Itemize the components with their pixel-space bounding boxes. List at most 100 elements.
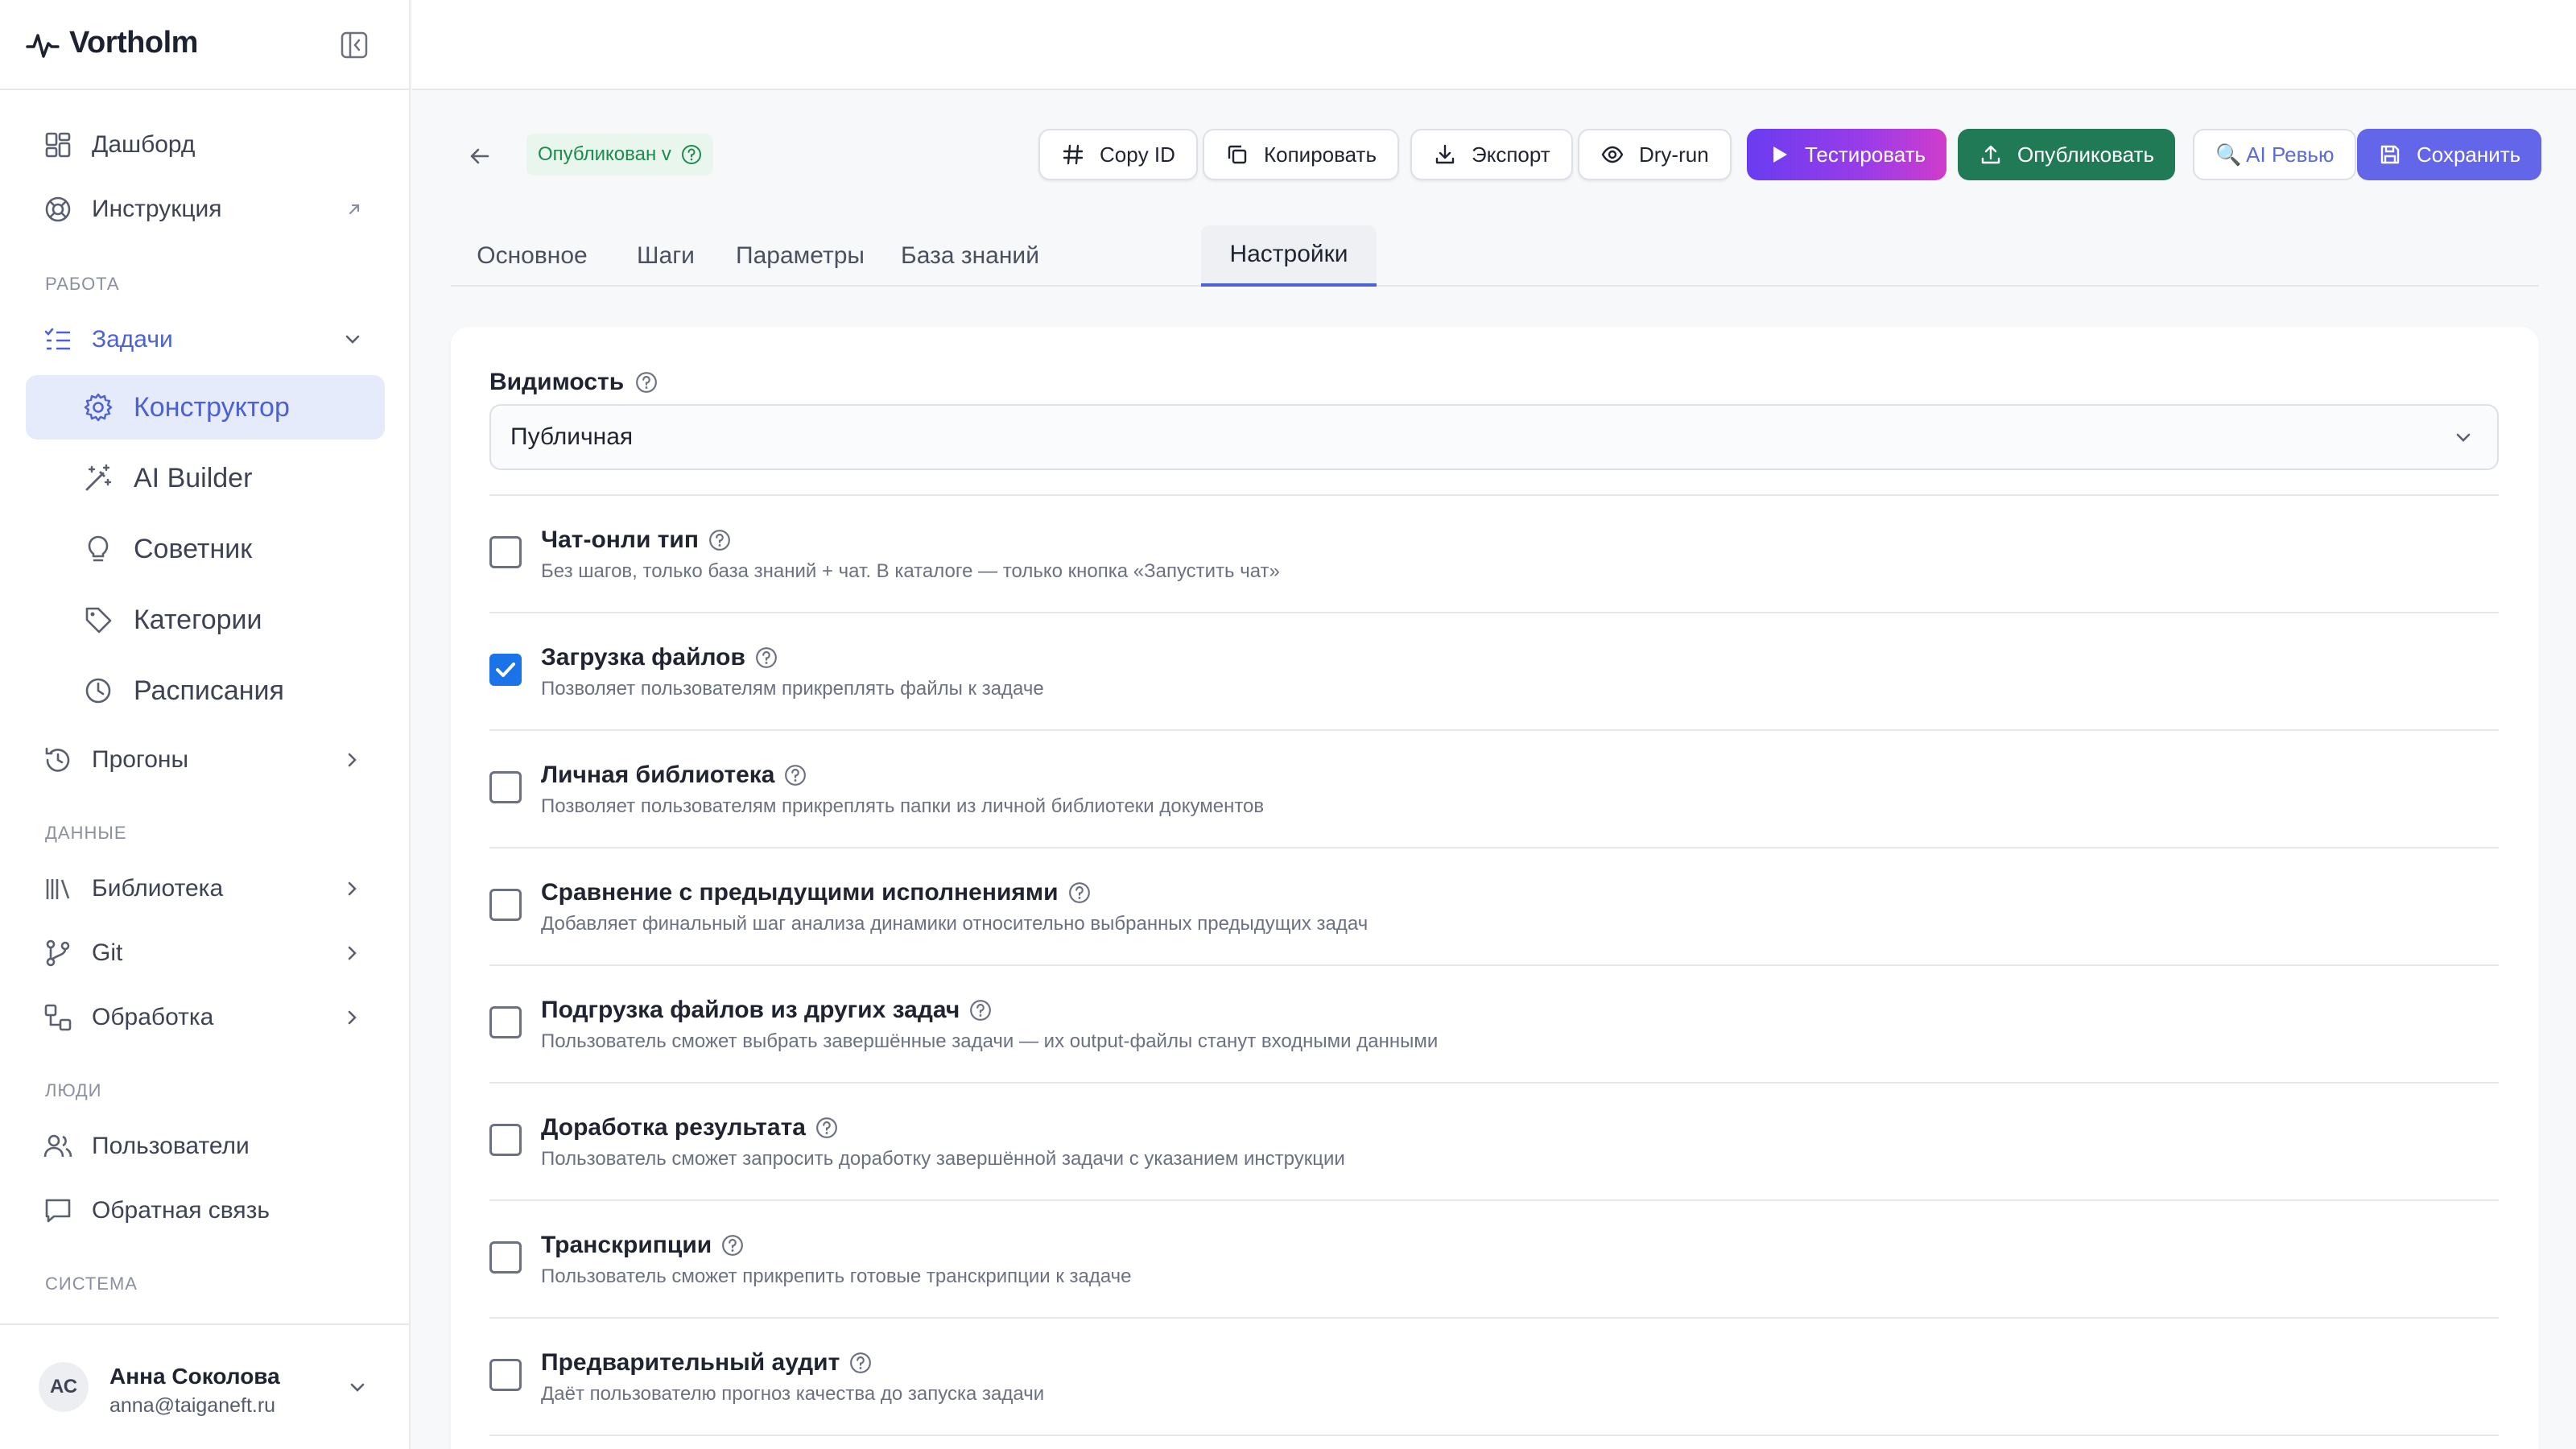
setting-option: Доработка результата Пользователь сможет …	[489, 1082, 2499, 1199]
upload-icon	[1981, 145, 2000, 164]
setting-title-text: Сравнение с предыдущими исполнениями	[541, 879, 1059, 906]
sidebar-item-processing[interactable]: Обработка	[26, 992, 385, 1043]
sidebar-item-schedules[interactable]: Расписания	[26, 658, 385, 723]
sidebar-item-constructor[interactable]: Конструктор	[26, 375, 385, 440]
help-icon[interactable]	[1068, 881, 1091, 904]
setting-checkbox[interactable]	[489, 1006, 522, 1038]
setting-checkbox[interactable]	[489, 536, 522, 568]
setting-option: Подгрузка файлов из других задач Пользова…	[489, 964, 2499, 1082]
sidebar: Vortholm Дашборд Инструкция РАБОТА Задач…	[0, 0, 411, 1449]
sidebar-item-tasks[interactable]: Задачи	[26, 314, 385, 365]
setting-option: Личная библиотека Позволяет пользователям…	[489, 729, 2499, 847]
sidebar-item-label: Пользователи	[92, 1133, 250, 1159]
setting-checkbox[interactable]	[489, 771, 522, 803]
chevron-down-icon	[2456, 433, 2471, 442]
ai-review-button[interactable]: 🔍 AI Ревью	[2193, 129, 2357, 180]
tab-settings[interactable]: Настройки	[1201, 225, 1377, 287]
help-icon[interactable]	[784, 764, 807, 786]
dry-run-button[interactable]: Dry-run	[1578, 129, 1732, 180]
tab-basic[interactable]: Основное	[451, 225, 613, 287]
help-icon[interactable]	[708, 529, 731, 551]
help-icon[interactable]	[755, 646, 778, 669]
app-logo-text: Vortholm	[69, 26, 198, 60]
setting-title-text: Подгрузка файлов из других задач	[541, 997, 960, 1023]
save-button[interactable]: Сохранить	[2357, 129, 2542, 180]
tab-parameters[interactable]: Параметры	[718, 225, 882, 287]
sidebar-item-feedback[interactable]: Обратная связь	[26, 1185, 385, 1236]
workflow-icon	[44, 1004, 72, 1031]
publish-label: Опубликовать	[2017, 142, 2155, 167]
copy-button[interactable]: Копировать	[1203, 129, 1399, 180]
pulse-logo-icon	[26, 34, 60, 58]
avatar: АС	[39, 1362, 89, 1412]
visibility-select[interactable]: Публичная	[489, 404, 2499, 470]
status-badge[interactable]: Опубликован v	[526, 134, 713, 175]
lightbulb-icon	[88, 535, 109, 562]
help-icon[interactable]	[815, 1117, 838, 1139]
help-icon[interactable]	[969, 999, 992, 1022]
chevron-right-icon	[348, 1010, 357, 1025]
help-icon[interactable]	[721, 1234, 744, 1257]
help-icon[interactable]	[635, 371, 658, 394]
setting-option: Транскрипции Пользователь сможет прикрепи…	[489, 1199, 2499, 1317]
clock-icon	[85, 678, 111, 704]
sidebar-collapse-icon[interactable]	[340, 31, 369, 60]
chat-icon	[45, 1199, 71, 1223]
sidebar-header: Vortholm	[0, 0, 411, 90]
test-label: Тестировать	[1805, 142, 1926, 167]
sidebar-item-label: Расписания	[134, 675, 284, 706]
ai-review-label: 🔍 AI Ревью	[2215, 142, 2334, 167]
setting-title: Предварительный аудит	[541, 1349, 872, 1377]
setting-checkbox[interactable]	[489, 1124, 522, 1156]
sidebar-item-advisor[interactable]: Советник	[26, 517, 385, 581]
setting-checkbox[interactable]	[489, 1359, 522, 1391]
test-button[interactable]: Тестировать	[1747, 129, 1947, 180]
check-icon	[496, 663, 515, 677]
sidebar-item-label: Обработка	[92, 1004, 214, 1030]
setting-checkbox[interactable]	[489, 889, 522, 921]
setting-title: Загрузка файлов	[541, 644, 778, 671]
user-profile[interactable]: АС Анна Соколова anna@taiganeft.ru	[0, 1323, 411, 1449]
sidebar-item-runs[interactable]: Прогоны	[26, 734, 385, 786]
publish-button[interactable]: Опубликовать	[1958, 129, 2176, 180]
chevron-down-icon[interactable]	[346, 1377, 369, 1399]
setting-option: Чат-онли тип Без шагов, только база знани…	[489, 494, 2499, 612]
setting-checkbox[interactable]	[489, 1241, 522, 1274]
copy-id-button[interactable]: Copy ID	[1038, 129, 1198, 180]
chevron-right-icon	[348, 946, 357, 960]
sidebar-item-library[interactable]: Библиотека	[26, 863, 385, 914]
section-people: ЛЮДИ	[45, 1080, 102, 1100]
save-icon	[2380, 145, 2400, 164]
export-button[interactable]: Экспорт	[1410, 129, 1573, 180]
setting-checkbox[interactable]	[489, 654, 522, 686]
sidebar-item-label: Инструкция	[92, 196, 222, 222]
sidebar-item-users[interactable]: Пользователи	[26, 1121, 385, 1172]
copy-icon	[1228, 145, 1247, 164]
external-link-icon	[349, 204, 360, 215]
lifebuoy-icon	[45, 196, 71, 222]
tab-knowledge-base[interactable]: База знаний	[882, 225, 1058, 287]
chevron-down-icon	[345, 335, 360, 344]
eye-icon	[1601, 146, 1624, 163]
sidebar-item-instruction[interactable]: Инструкция	[26, 184, 385, 235]
back-arrow-icon[interactable]	[465, 142, 494, 171]
sidebar-item-dashboard[interactable]: Дашборд	[26, 119, 385, 171]
tab-steps[interactable]: Шаги	[613, 225, 718, 287]
setting-title-text: Транскрипции	[541, 1232, 712, 1258]
setting-description: Без шагов, только база знаний + чат. В к…	[541, 560, 1280, 582]
setting-title: Транскрипции	[541, 1232, 744, 1259]
sidebar-item-git[interactable]: Git	[26, 927, 385, 979]
setting-description: Позволяет пользователям прикреплять файл…	[541, 678, 1044, 700]
users-icon	[43, 1134, 72, 1158]
setting-title-text: Чат-онли тип	[541, 526, 699, 553]
tab-bar: Основное Шаги Параметры База знаний Наст…	[451, 225, 2539, 287]
sidebar-item-label: Конструктор	[134, 391, 290, 423]
help-icon[interactable]	[849, 1352, 872, 1374]
sidebar-item-categories[interactable]: Категории	[26, 588, 385, 652]
sidebar-item-label: AI Builder	[134, 462, 253, 493]
setting-description: Позволяет пользователям прикреплять папк…	[541, 795, 1265, 817]
setting-title: Чат-онли тип	[541, 526, 731, 554]
status-badge-label: Опубликован v	[538, 143, 671, 165]
sidebar-item-ai-builder[interactable]: AI Builder	[26, 446, 385, 510]
setting-description: Даёт пользователю прогноз качества до за…	[541, 1383, 1045, 1405]
